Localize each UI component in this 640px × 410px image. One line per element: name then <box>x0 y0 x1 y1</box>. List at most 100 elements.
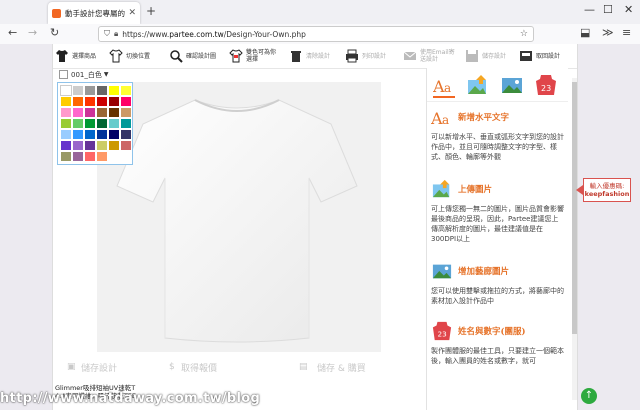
print-design-button[interactable]: 列印設計 <box>345 46 386 66</box>
extensions-icon[interactable]: ≫ <box>602 26 614 39</box>
color-swatch[interactable] <box>85 152 95 161</box>
svg-text:a: a <box>444 81 451 95</box>
browser-tab-bar: 動手設計您專屬的團體服！Partee ✕ + — ☐ ✕ <box>0 0 640 24</box>
color-swatch[interactable] <box>97 152 107 161</box>
clear-design-button[interactable]: 清除設計 <box>289 46 330 66</box>
color-swatch[interactable] <box>85 97 95 106</box>
color-swatch[interactable] <box>61 119 71 128</box>
minimize-icon[interactable]: — <box>584 3 595 16</box>
jersey-icon[interactable]: 23 <box>535 74 557 96</box>
color-swatch[interactable] <box>85 130 95 139</box>
section-desc: 可以新增水平、垂直或弧形文字到您的設計作品中，並且可隨時調整文字的字型、樣式、顏… <box>431 133 564 161</box>
menu-label: 清除設計 <box>306 52 331 60</box>
section-title: 新增水平文字 <box>458 113 510 123</box>
color-swatch[interactable] <box>109 86 119 95</box>
color-swatch[interactable] <box>109 130 119 139</box>
color-swatch[interactable] <box>97 119 107 128</box>
color-swatch[interactable] <box>85 141 95 150</box>
close-window-icon[interactable]: ✕ <box>624 3 633 16</box>
url-text: https://www.partee.com.tw/Design-Your-Ow… <box>122 29 306 39</box>
coupon-callout: 輸入優惠碼: keepfashion <box>583 178 631 202</box>
color-swatch[interactable] <box>97 130 107 139</box>
color-swatch[interactable] <box>97 141 107 150</box>
color-swatch[interactable] <box>73 152 83 161</box>
color-swatch[interactable] <box>121 141 131 150</box>
retrieve-design-button[interactable]: 取回設計 <box>519 46 560 66</box>
email-design-button[interactable]: 使用Email寄 送設計 <box>403 46 455 66</box>
color-swatch[interactable] <box>121 108 131 117</box>
bookmark-star-icon[interactable]: ☆ <box>520 29 528 39</box>
save-design-button[interactable]: 儲存設計 <box>465 46 506 66</box>
watermark-text: http://www.natdaway.com.tw/blog <box>0 391 261 406</box>
color-swatch[interactable] <box>85 86 95 95</box>
select-product-button[interactable]: 選擇商品 <box>55 46 96 66</box>
review-design-button[interactable]: 確認設計圖 <box>169 46 216 66</box>
color-swatch[interactable] <box>73 119 83 128</box>
color-swatch[interactable] <box>121 97 131 106</box>
color-swatch[interactable] <box>73 130 83 139</box>
menu-label: 雙色可為你 選擇 <box>246 49 277 63</box>
browser-tab[interactable]: 動手設計您專屬的團體服！Partee ✕ <box>48 2 140 24</box>
product-color-select[interactable]: 001_白色 ▼ <box>59 69 109 80</box>
switch-position-button[interactable]: 切換位置 <box>109 46 150 66</box>
maximize-icon[interactable]: ☐ <box>603 3 613 16</box>
section-gallery[interactable]: 增加藝廊圖片 您可以使用雙擊或拖拉的方式，將藝廊中的素材加入設計作品中 <box>427 258 568 306</box>
svg-text:23: 23 <box>437 329 447 338</box>
section-desc: 製作團體服的最佳工具，只要建立一個範本後，輸入團員的姓名或數字，就可 <box>431 347 564 365</box>
color-swatch[interactable] <box>73 86 83 95</box>
color-swatch[interactable] <box>121 130 131 139</box>
color-swatch[interactable] <box>60 85 72 96</box>
color-swatch[interactable] <box>97 97 107 106</box>
color-swatch[interactable] <box>73 141 83 150</box>
color-swatch[interactable] <box>121 119 131 128</box>
section-add-text[interactable]: Aa 新增水平文字 可以新增水平、垂直或弧形文字到您的設計作品中，並且可隨時調整… <box>427 104 568 162</box>
design-toolbar: 選擇商品 切換位置 確認設計圖 雙色可為你 選擇 清除設計 列印設計 使用Ema… <box>53 44 577 69</box>
color-swatch[interactable] <box>61 130 71 139</box>
panel-scrollbar[interactable] <box>572 78 577 400</box>
back-icon[interactable]: ← <box>8 26 17 39</box>
section-title: 增加藝廊圖片 <box>458 267 510 277</box>
menu-icon[interactable]: ≡ <box>622 26 631 39</box>
reload-icon[interactable]: ↻ <box>50 26 59 39</box>
gallery-icon[interactable] <box>501 74 523 96</box>
close-tab-icon[interactable]: ✕ <box>128 8 136 18</box>
design-canvas[interactable] <box>97 82 381 352</box>
color-swatch[interactable] <box>61 97 71 106</box>
pocket-icon[interactable]: ⬓ <box>580 26 590 39</box>
tshirt-mockup <box>116 99 358 343</box>
upload-image-icon[interactable] <box>467 74 489 96</box>
url-bar[interactable]: ⛉ 🔒︎ https://www.partee.com.tw/Design-Yo… <box>98 26 534 42</box>
save-and-buy-button[interactable]: 儲存 & 購買 <box>317 361 366 374</box>
color-swatch[interactable] <box>109 141 119 150</box>
section-upload-image[interactable]: 上傳圖片 可上傳您獨一無二的圖片，圖片品質會影響最後商品的呈現，因此，Parte… <box>427 176 568 244</box>
two-color-button[interactable]: 雙色可為你 選擇 <box>229 46 276 66</box>
color-swatch[interactable] <box>109 119 119 128</box>
new-tab-icon[interactable]: + <box>146 4 156 18</box>
color-swatch[interactable] <box>73 108 83 117</box>
design-tool-page: 選擇商品 切換位置 確認設計圖 雙色可為你 選擇 清除設計 列印設計 使用Ema… <box>52 44 578 410</box>
scroll-to-top-button[interactable]: ↑ <box>581 388 597 404</box>
color-swatch[interactable] <box>109 108 119 117</box>
search-icon <box>170 50 183 63</box>
print-icon <box>346 49 358 63</box>
coupon-code: keepfashion <box>584 190 630 198</box>
color-swatch[interactable] <box>97 108 107 117</box>
color-swatch[interactable] <box>97 86 107 95</box>
jersey-icon: 23 <box>432 321 452 341</box>
text-tool-icon[interactable]: Aa <box>433 74 455 98</box>
color-swatch[interactable] <box>85 119 95 128</box>
color-swatch[interactable] <box>85 108 95 117</box>
get-quote-button[interactable]: 取得報價 <box>181 361 217 374</box>
color-swatch[interactable] <box>73 97 83 106</box>
color-swatch[interactable] <box>109 97 119 106</box>
color-swatch[interactable] <box>61 108 71 117</box>
retrieve-icon <box>520 51 532 61</box>
panel-scrollbar-thumb[interactable] <box>572 82 577 334</box>
section-team-names[interactable]: 23 姓名與數字(團服) 製作團體服的最佳工具，只要建立一個範本後，輸入團員的姓… <box>427 318 568 366</box>
dollar-icon: $ <box>169 362 175 372</box>
bottom-save-button[interactable]: 儲存設計 <box>81 361 117 374</box>
color-swatch[interactable] <box>61 152 71 161</box>
color-swatch[interactable] <box>121 86 131 95</box>
forward-icon[interactable]: → <box>28 26 37 39</box>
color-swatch[interactable] <box>61 141 71 150</box>
